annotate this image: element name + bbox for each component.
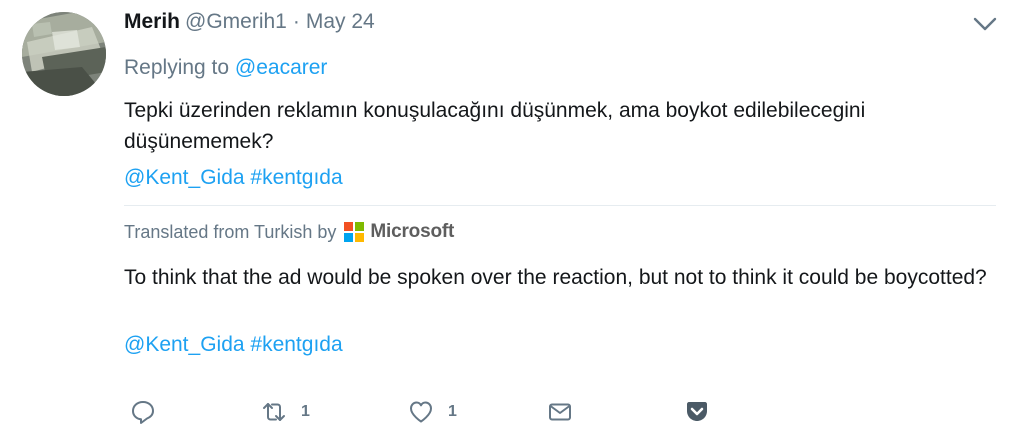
save-to-pocket-button[interactable] [684, 396, 710, 428]
translation-attribution: Translated from Turkish by Microsoft [124, 219, 454, 245]
author-handle[interactable]: @Gmerih1 [185, 10, 287, 34]
action-bar: 1 1 [124, 396, 724, 428]
tweet-text-original: Tepki üzerinden reklamın konuşulacağını … [124, 99, 866, 153]
author-name[interactable]: Merih [124, 10, 180, 34]
tweet-text-translated: To think that the ad would be spoken ove… [124, 266, 987, 289]
microsoft-logo-icon [344, 222, 365, 242]
tweet-tags-translated[interactable]: @Kent_Gida #kentgıda [124, 333, 343, 357]
retweet-icon [263, 403, 285, 421]
direct-message-button[interactable] [547, 396, 573, 428]
replying-to: Replying to @eacarer [124, 56, 327, 80]
reply-button[interactable] [130, 396, 156, 428]
chevron-down-icon[interactable] [972, 14, 998, 34]
tweet-header: Merih @Gmerih1 · May 24 [124, 10, 375, 40]
tweet-card: Merih @Gmerih1 · May 24 Replying to @eac… [0, 0, 1024, 433]
heart-icon [410, 401, 432, 423]
like-count: 1 [448, 403, 457, 420]
header-separator: · [292, 10, 300, 33]
tweet-date[interactable]: May 24 [306, 10, 375, 34]
translator-name: Microsoft [370, 221, 455, 242]
divider [124, 205, 996, 206]
envelope-icon [549, 403, 571, 421]
pocket-icon [687, 402, 707, 421]
replying-prefix: Replying to [124, 56, 230, 79]
tweet-tags-original[interactable]: @Kent_Gida #kentgıda [124, 166, 343, 190]
avatar-image [22, 12, 106, 96]
like-button[interactable]: 1 [408, 396, 457, 428]
retweet-count: 1 [301, 403, 310, 420]
retweet-button[interactable]: 1 [261, 396, 310, 428]
replying-to-link[interactable]: @eacarer [235, 56, 328, 79]
reply-icon [132, 401, 154, 424]
avatar[interactable] [22, 12, 106, 96]
translated-label: Translated from Turkish by [124, 221, 337, 242]
